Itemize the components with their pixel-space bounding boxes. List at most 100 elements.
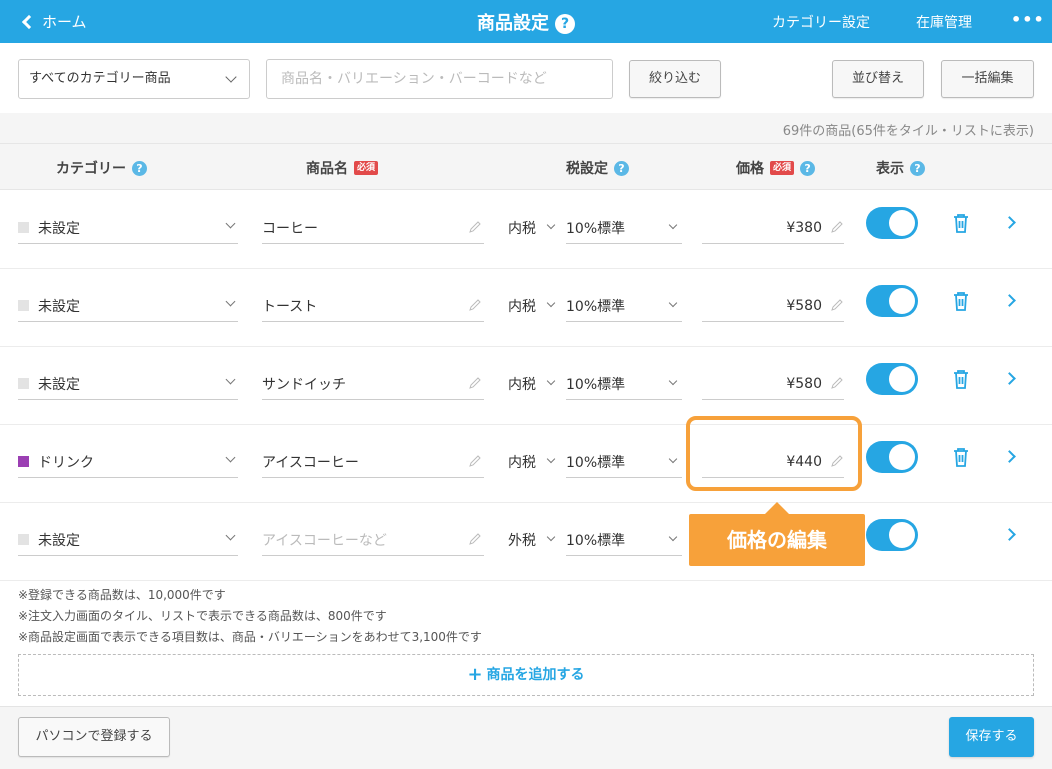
pencil-icon [469,377,481,389]
help-icon[interactable]: ? [910,160,925,176]
category-color-swatch [18,300,29,311]
filter-button[interactable]: 絞り込む [629,60,721,98]
category-dropdown[interactable]: ドリンク [18,446,238,478]
chevron-left-icon [21,14,37,30]
chevron-right-icon[interactable] [1003,372,1016,385]
note-line: ※登録できる商品数は、10,000件です [18,588,226,602]
display-toggle[interactable] [866,441,918,473]
table-row: ドリンク アイスコーヒー 内税 10%標準 ¥440 [0,425,1052,503]
chevron-down-icon [546,298,556,308]
display-toggle[interactable] [866,519,918,551]
chevron-down-icon [225,374,236,385]
column-price: 価格 必須 ? [736,158,816,178]
category-color-swatch [18,378,29,389]
column-display: 表示 ? [876,158,925,178]
notes: ※登録できる商品数は、10,000件です ※注文入力画面のタイル、リストで表示で… [18,585,482,648]
chevron-right-icon[interactable] [1003,450,1016,463]
display-toggle[interactable] [866,285,918,317]
pencil-icon [831,299,843,311]
product-count-bar: 69件の商品(65件をタイル・リストに表示) [0,113,1052,143]
toolbar: すべてのカテゴリー商品 絞り込む 並び替え 一括編集 [0,43,1052,113]
category-color-swatch [18,456,29,467]
save-button[interactable]: 保存する [949,717,1034,757]
price-field[interactable]: ¥380 [702,212,844,244]
product-name-field[interactable]: アイスコーヒー [262,446,484,478]
tax-rate-dropdown[interactable]: 10%標準 [566,368,682,400]
price-field[interactable]: ¥580 [702,290,844,322]
trash-icon[interactable] [951,368,971,390]
chevron-right-icon[interactable] [1003,528,1016,541]
help-icon[interactable]: ? [800,160,816,176]
tax-type-dropdown[interactable]: 内税 [508,446,558,478]
product-count: 69件の商品(65件をタイル・リストに表示) [782,124,1034,139]
column-category: カテゴリー ? [56,158,147,178]
trash-icon[interactable] [951,446,971,468]
price-edit-callout: 価格の編集 [689,502,865,566]
chevron-down-icon [225,530,236,541]
footer: パソコンで登録する 保存する [0,706,1052,769]
tax-type-dropdown[interactable]: 内税 [508,368,558,400]
back-button[interactable]: ホーム [21,11,87,32]
nav-category-settings[interactable]: カテゴリー設定 [772,12,870,32]
chevron-down-icon [668,376,678,386]
tax-rate-dropdown[interactable]: 10%標準 [566,524,682,556]
display-toggle[interactable] [866,207,918,239]
product-name-field[interactable]: コーヒー [262,212,484,244]
trash-icon[interactable] [951,212,971,234]
note-line: ※商品設定画面で表示できる項目数は、商品・バリエーションをあわせて3,100件で… [18,630,482,644]
pencil-icon [469,533,481,545]
search-input[interactable] [266,59,613,99]
category-dropdown[interactable]: 未設定 [18,524,238,556]
chevron-down-icon [546,376,556,386]
chevron-down-icon [668,532,678,542]
help-icon[interactable]: ? [614,160,629,176]
add-product-button[interactable]: + 商品を追加する [18,654,1034,696]
chevron-down-icon [668,454,678,464]
price-field[interactable]: ¥580 [702,368,844,400]
chevron-down-icon [225,452,236,463]
tax-rate-dropdown[interactable]: 10%標準 [566,446,682,478]
register-on-pc-button[interactable]: パソコンで登録する [18,717,170,757]
plus-icon: + [467,664,483,685]
sort-button[interactable]: 並び替え [832,60,924,98]
pencil-icon [469,455,481,467]
category-select[interactable]: すべてのカテゴリー商品 [18,59,250,99]
tax-rate-dropdown[interactable]: 10%標準 [566,290,682,322]
required-badge: 必須 [770,161,795,175]
chevron-down-icon [225,218,236,229]
page-title: 商品設定? [0,9,1052,35]
category-color-swatch [18,222,29,233]
chevron-down-icon [546,220,556,230]
table-row: 未設定 サンドイッチ 内税 10%標準 ¥580 [0,347,1052,425]
tax-rate-dropdown[interactable]: 10%標準 [566,212,682,244]
help-icon[interactable]: ? [555,14,575,34]
product-name-field[interactable]: サンドイッチ [262,368,484,400]
chevron-down-icon [546,532,556,542]
chevron-right-icon[interactable] [1003,294,1016,307]
pencil-icon [831,221,843,233]
help-icon[interactable]: ? [132,160,147,176]
chevron-down-icon [225,296,236,307]
chevron-down-icon [546,454,556,464]
column-tax: 税設定 ? [566,158,629,178]
app-header: ホーム 商品設定? カテゴリー設定 在庫管理 ••• [0,0,1052,43]
trash-icon[interactable] [951,290,971,312]
chevron-down-icon [668,298,678,308]
more-menu-icon[interactable]: ••• [1011,10,1045,29]
tax-type-dropdown[interactable]: 外税 [508,524,558,556]
tax-type-dropdown[interactable]: 内税 [508,290,558,322]
pencil-icon [469,221,481,233]
chevron-right-icon[interactable] [1003,216,1016,229]
nav-stock-management[interactable]: 在庫管理 [916,12,972,32]
display-toggle[interactable] [866,363,918,395]
category-dropdown[interactable]: 未設定 [18,368,238,400]
product-name-field[interactable]: アイスコーヒーなど [262,524,484,556]
product-name-field[interactable]: トースト [262,290,484,322]
bulk-edit-button[interactable]: 一括編集 [941,60,1034,98]
table-header: カテゴリー ? 商品名 必須 税設定 ? 価格 必須 ? 表示 ? [0,143,1052,190]
category-dropdown[interactable]: 未設定 [18,290,238,322]
table-row: 未設定 トースト 内税 10%標準 ¥580 [0,269,1052,347]
category-dropdown[interactable]: 未設定 [18,212,238,244]
required-badge: 必須 [354,161,379,175]
tax-type-dropdown[interactable]: 内税 [508,212,558,244]
